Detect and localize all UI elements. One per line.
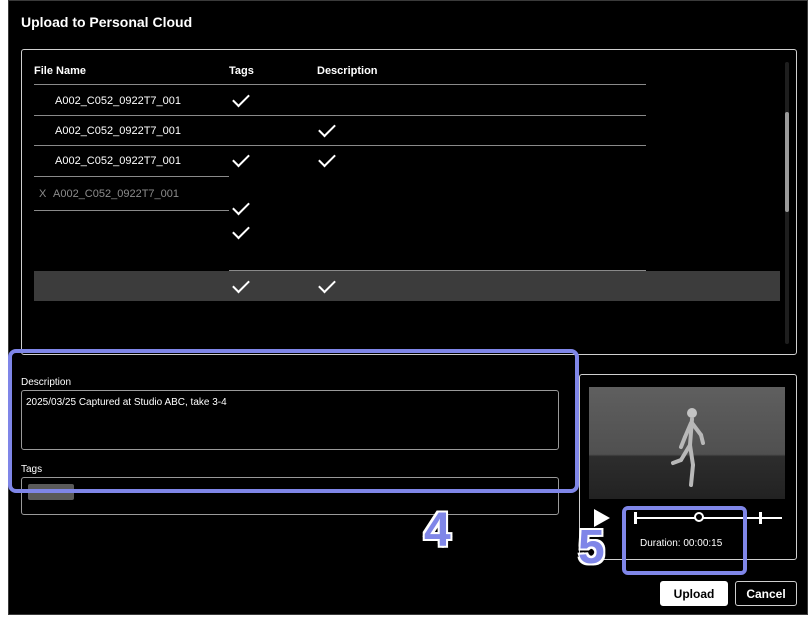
annotation-box-5 [622, 506, 747, 575]
remove-file-icon[interactable]: X [39, 188, 46, 200]
tags-check-icon [232, 221, 250, 240]
tags-check-icon [232, 197, 250, 216]
dialog-title: Upload to Personal Cloud [21, 14, 193, 30]
table-row-file-name[interactable]: A002_C052_0922T7_001 [55, 95, 181, 107]
annotation-marker-5: 5 [578, 521, 605, 574]
row-divider [34, 210, 229, 211]
table-row-file-name[interactable]: A002_C052_0922T7_001 [55, 155, 181, 167]
tags-check-icon [232, 89, 250, 108]
annotation-box-4 [8, 349, 579, 493]
cancel-button[interactable]: Cancel [735, 581, 797, 606]
file-list-panel: File Name Tags Description A002_C052_092… [21, 49, 797, 355]
row-divider [229, 270, 646, 271]
row-divider [34, 145, 646, 146]
row-divider [34, 115, 646, 116]
upload-button[interactable]: Upload [660, 581, 728, 606]
table-row-file-name[interactable]: A002_C052_0922T7_001 [53, 188, 179, 200]
annotation-marker-4: 4 [424, 504, 451, 557]
header-divider [34, 84, 646, 85]
description-check-icon [318, 149, 336, 168]
column-header-description: Description [317, 65, 378, 77]
row-divider [34, 176, 229, 177]
scrollbar-thumb[interactable] [785, 112, 789, 212]
column-header-file-name: File Name [34, 65, 86, 77]
file-list-scrollbar[interactable] [785, 62, 789, 344]
table-row-selected[interactable] [34, 271, 780, 301]
tags-check-icon [232, 149, 250, 168]
trim-end-handle[interactable] [759, 512, 762, 524]
table-row-file-name[interactable]: A002_C052_0922T7_001 [55, 125, 181, 137]
column-header-tags: Tags [229, 65, 254, 77]
description-check-icon [318, 119, 336, 138]
